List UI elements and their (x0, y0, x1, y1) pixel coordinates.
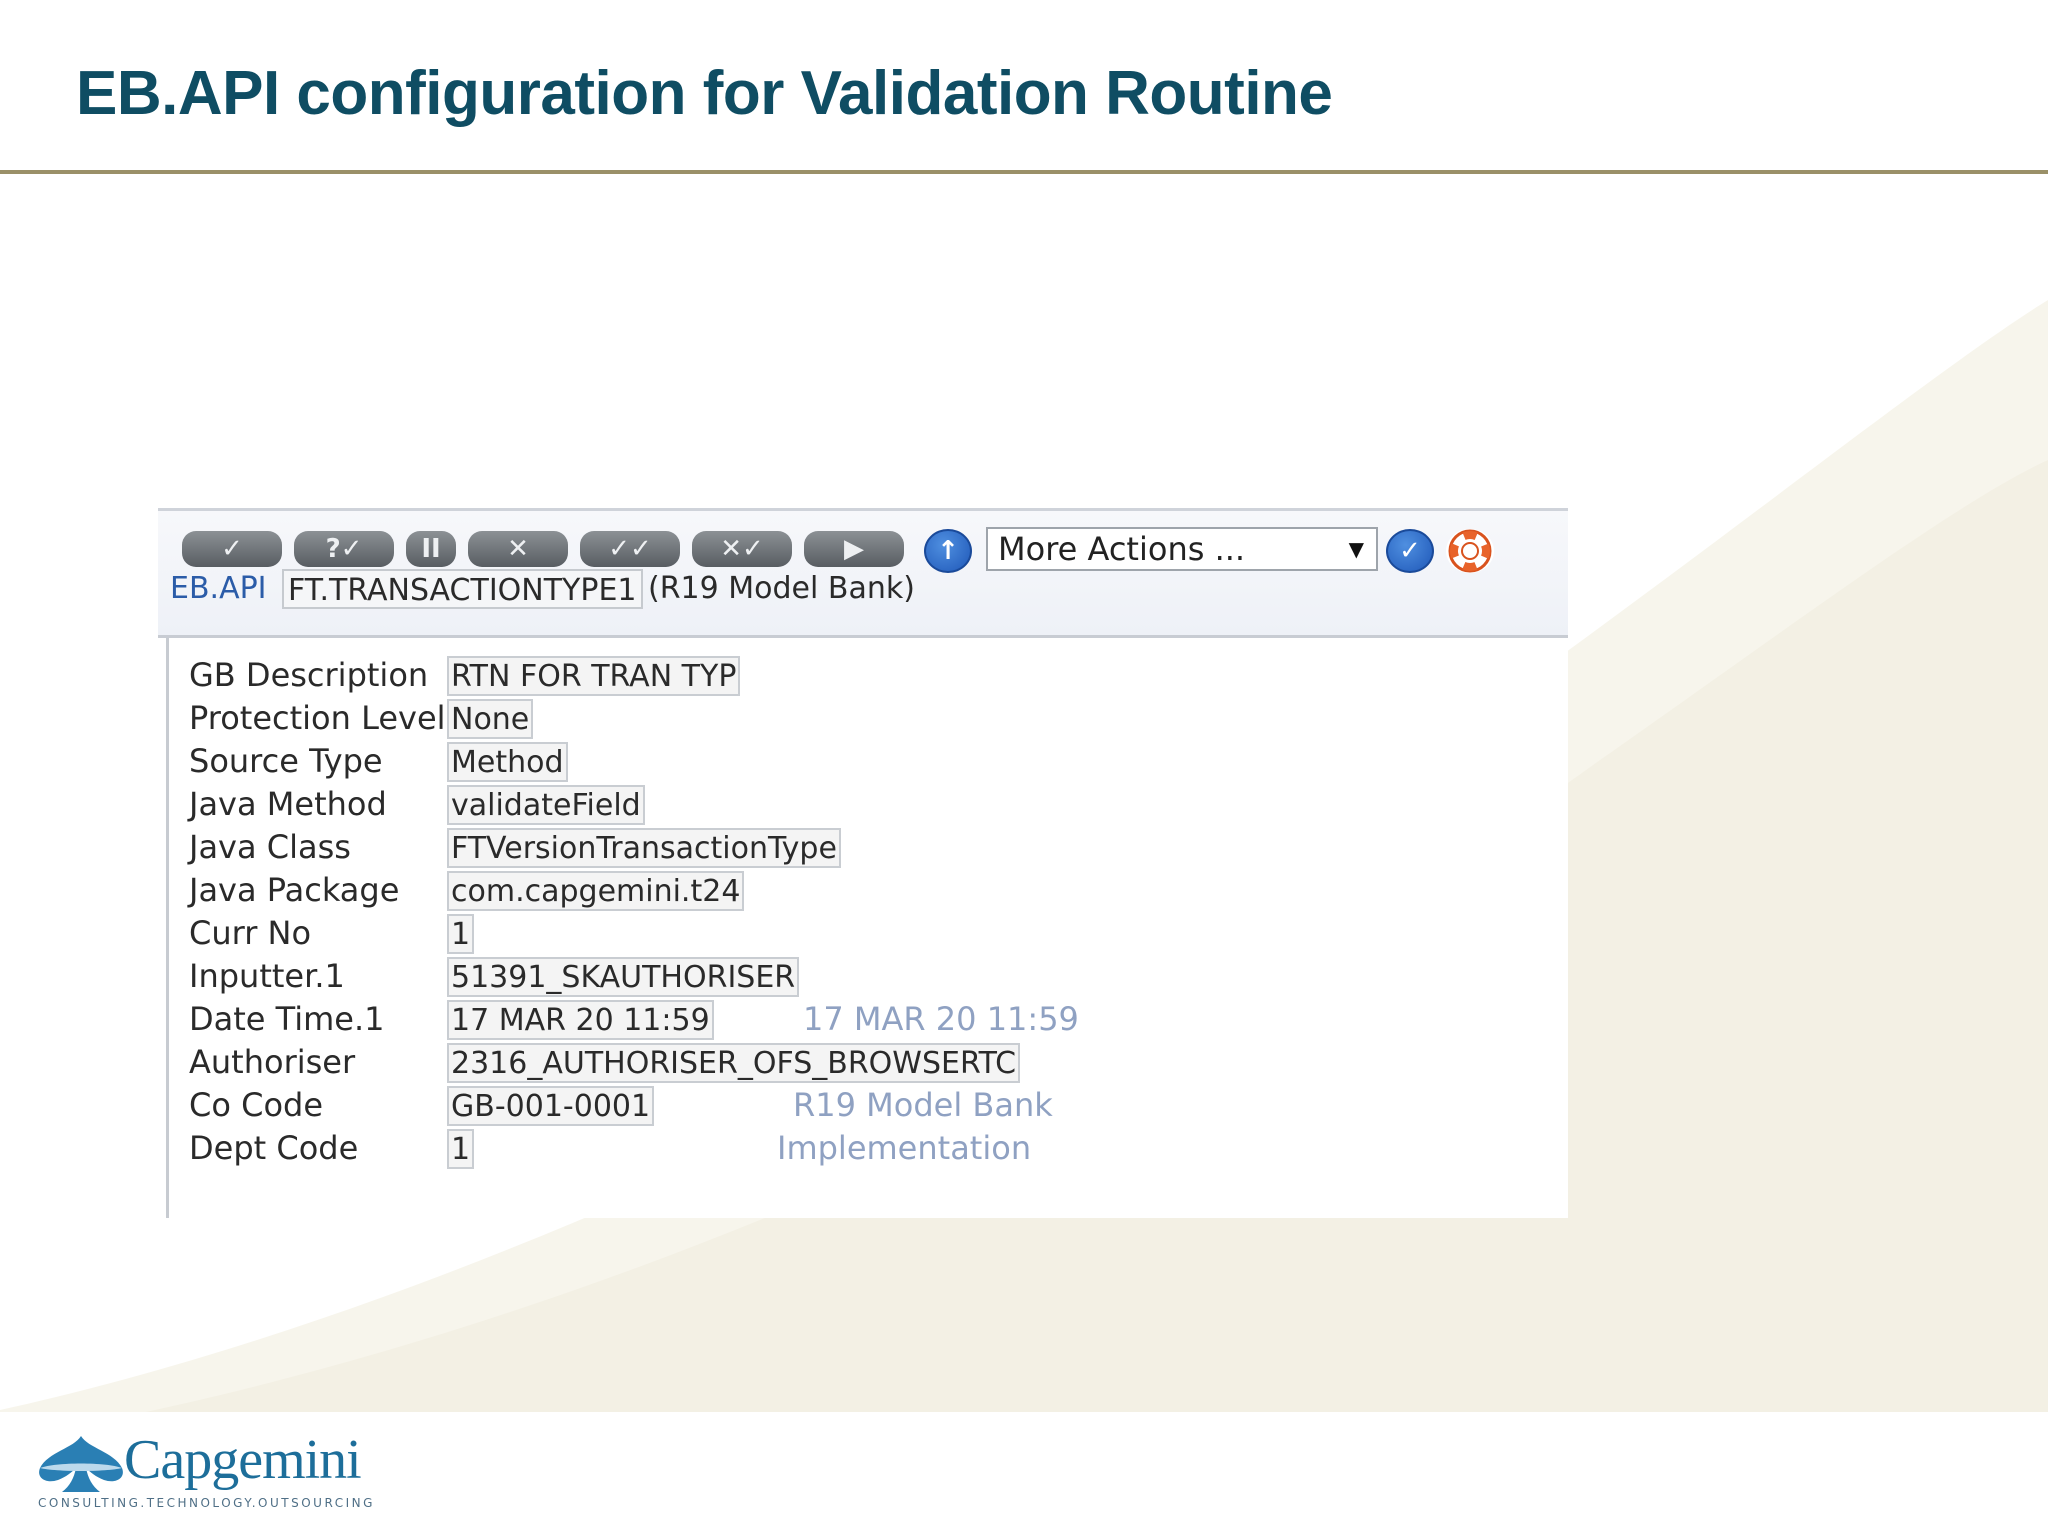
field-value: FTVersionTransactionType (447, 828, 841, 868)
capgemini-logo: Capgemini CONSULTING.TECHNOLOGY.OUTSOURC… (36, 1424, 376, 1514)
field-value: 1 (447, 914, 475, 954)
field-enrichment: Implementation (777, 1129, 1032, 1167)
delete-icon[interactable]: ✕ (468, 531, 568, 567)
field-value: GB-001-0001 (447, 1086, 655, 1126)
field-label: Inputter.1 (189, 957, 345, 995)
field-value: Method (447, 742, 568, 782)
more-actions-select[interactable]: More Actions ... ▼ (986, 527, 1378, 571)
logo-wordmark: Capgemini (124, 1429, 362, 1491)
field-value: 1 (447, 1129, 475, 1169)
field-label: Authoriser (189, 1043, 356, 1081)
field-label: Protection Level (189, 699, 446, 737)
field-value: 2316_AUTHORISER_OFS_BROWSERTC (447, 1043, 1021, 1083)
field-value: 17 MAR 20 11:59 (447, 1000, 714, 1040)
field-value: com.capgemini.t24 (447, 871, 745, 911)
record-fields: GB Description RTN FOR TRAN TYP Protecti… (166, 638, 1568, 1218)
field-label: GB Description (189, 656, 429, 694)
go-check-icon[interactable]: ✓ (1386, 529, 1434, 573)
field-label: Java Class (189, 828, 351, 866)
field-label: Date Time.1 (189, 1000, 385, 1038)
next-icon[interactable]: ▶ (804, 531, 904, 567)
validate-icon[interactable]: ?✓ (294, 531, 394, 567)
field-label: Dept Code (189, 1129, 359, 1167)
field-label: Curr No (189, 914, 312, 952)
field-enrichment: R19 Model Bank (793, 1086, 1053, 1124)
title-divider (0, 170, 2048, 174)
field-label: Java Method (189, 785, 387, 823)
commit-check-icon[interactable]: ✓ (182, 531, 282, 567)
field-value: validateField (447, 785, 645, 825)
application-name: EB.API (170, 571, 267, 606)
field-label: Source Type (189, 742, 383, 780)
company-name: (R19 Model Bank) (648, 571, 915, 606)
lifebuoy-help-icon[interactable] (1446, 529, 1494, 573)
authorise-icon[interactable]: ✓✓ (580, 531, 680, 567)
field-label: Co Code (189, 1086, 324, 1124)
chevron-down-icon: ▼ (1348, 537, 1364, 561)
toolbar: ✓ ?✓ II ✕ ✓✓ ✕✓ ▶ ↑ More Actions ... ▼ ✓… (158, 508, 1568, 638)
slide-title: EB.API configuration for Validation Rout… (76, 59, 1333, 128)
t24-screenshot: ✓ ?✓ II ✕ ✓✓ ✕✓ ▶ ↑ More Actions ... ▼ ✓… (158, 508, 1568, 1218)
more-actions-value: More Actions ... (998, 530, 1246, 568)
field-value: RTN FOR TRAN TYP (447, 656, 741, 696)
logo-tagline: CONSULTING.TECHNOLOGY.OUTSOURCING (38, 1496, 375, 1510)
field-value: 51391_SKAUTHORISER (447, 957, 800, 997)
record-id: FT.TRANSACTIONTYPE1 (282, 569, 643, 609)
hold-icon[interactable]: II (406, 531, 456, 567)
arrow-up-icon[interactable]: ↑ (924, 529, 972, 573)
field-value: None (447, 699, 534, 739)
spade-logo-icon (39, 1436, 123, 1492)
field-enrichment: 17 MAR 20 11:59 (803, 1000, 1079, 1038)
reverse-icon[interactable]: ✕✓ (692, 531, 792, 567)
field-label: Java Package (189, 871, 400, 909)
